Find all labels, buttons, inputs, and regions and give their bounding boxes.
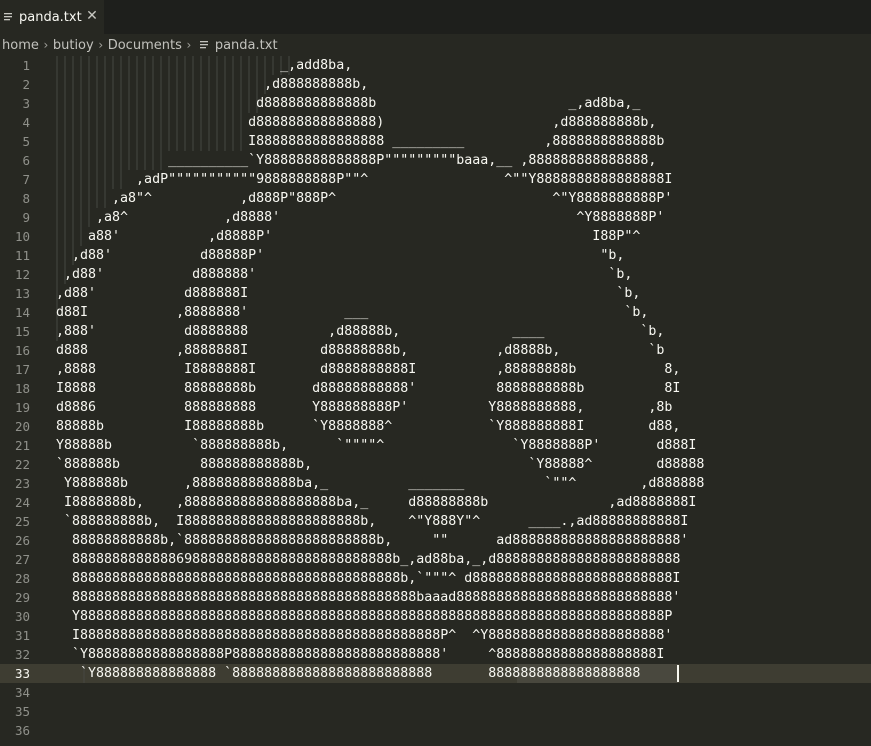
breadcrumb: home › butioy › Documents › panda.txt <box>0 34 871 56</box>
code-line[interactable]: Y88888b `888888888b, `""""^ `Y8888888P' … <box>56 436 871 455</box>
code-line[interactable] <box>56 702 871 721</box>
line-number: 8 <box>22 191 30 206</box>
tab-panda-txt[interactable]: panda.txt ✕ <box>0 0 104 34</box>
tab-label: panda.txt <box>19 9 82 25</box>
code-line[interactable]: I8888888888888888 _________ ,88888888888… <box>56 132 871 151</box>
line-number: 15 <box>14 324 30 339</box>
code-area[interactable]: _,add8ba, ,d888888888b, d8888888888888b … <box>56 56 871 740</box>
line-number: 9 <box>22 210 30 225</box>
file-lines-icon <box>199 41 208 49</box>
line-number: 3 <box>22 96 30 111</box>
code-line[interactable]: ,d88' d888888' `b, <box>56 265 871 284</box>
code-line[interactable]: ,d888888888b, <box>56 75 871 94</box>
close-icon[interactable]: ✕ <box>86 9 98 23</box>
line-number: 4 <box>22 115 30 130</box>
code-line[interactable]: d8886 888888888 Y888888888P' Y8888888888… <box>56 398 871 417</box>
text-editor[interactable]: 1 2 3 4 5 6 7 8 9 10 11 12 13 14 15 16 17 18 19 20 21 22 23 24 2… <box>0 56 871 746</box>
line-number: 33 <box>14 666 30 681</box>
code-line[interactable]: 88888888888b,`888888888888888888888888b,… <box>56 531 871 550</box>
code-line[interactable]: ,adP"""""""""""9888888888P""^ ^""Y888888… <box>56 170 871 189</box>
line-number: 24 <box>14 495 30 510</box>
code-line[interactable]: `Y888888888888888 `888888888888888888888… <box>56 664 871 683</box>
line-number: 12 <box>14 267 30 282</box>
code-line[interactable]: I8888888b, ,8888888888888888888ba,_ d888… <box>56 493 871 512</box>
code-line[interactable]: d8888888888888b _,ad8ba,_ <box>56 94 871 113</box>
file-lines-icon <box>4 13 12 21</box>
line-number-gutter: 1 2 3 4 5 6 7 8 9 10 11 12 13 14 15 16 17 18 19 20 21 22 23 24 2… <box>0 56 40 740</box>
line-number: 7 <box>22 172 30 187</box>
line-number: 10 <box>14 229 30 244</box>
code-line[interactable]: ,a8"^ ,d888P"888P^ ^"Y8888888888P' <box>56 189 871 208</box>
line-number: 1 <box>22 58 30 73</box>
line-number: 17 <box>14 362 30 377</box>
line-number: 5 <box>22 134 30 149</box>
line-number: 11 <box>14 248 30 263</box>
code-line[interactable]: Y888888b ,8888888888888ba,_ _______ `""^… <box>56 474 871 493</box>
line-number: 20 <box>14 419 30 434</box>
chevron-right-icon: › <box>186 38 192 52</box>
editor-window: panda.txt ✕ home › butioy › Documents › … <box>0 0 871 746</box>
code-line[interactable] <box>56 683 871 702</box>
line-number: 23 <box>14 476 30 491</box>
breadcrumb-item-file[interactable]: panda.txt <box>215 38 278 53</box>
breadcrumb-item-butioy[interactable]: butioy <box>53 38 94 53</box>
code-line[interactable] <box>56 721 871 740</box>
line-number: 32 <box>14 647 30 662</box>
code-line[interactable]: ,d88' d88888P' "b, <box>56 246 871 265</box>
line-number: 25 <box>14 514 30 529</box>
line-number: 14 <box>14 305 30 320</box>
code-line[interactable]: d888888888888888) ,d888888888b, <box>56 113 871 132</box>
line-number: 22 <box>14 457 30 472</box>
code-line[interactable]: _,add8ba, <box>56 56 871 75</box>
tab-bar: panda.txt ✕ <box>0 0 871 34</box>
line-number: 6 <box>22 153 30 168</box>
code-line[interactable]: ,a8^ ,d8888' ^Y8888888P' <box>56 208 871 227</box>
code-line[interactable]: 88888b I88888888b `Y8888888^ `Y888888888… <box>56 417 871 436</box>
code-line[interactable]: I888888888888888888888888888888888888888… <box>56 626 871 645</box>
code-line[interactable]: ,888' d8888888 ,d88888b, ____ `b, <box>56 322 871 341</box>
line-number: 27 <box>14 552 30 567</box>
line-number: 35 <box>14 704 30 719</box>
line-number: 26 <box>14 533 30 548</box>
line-number: 34 <box>14 685 30 700</box>
code-line[interactable]: 8888888888888888888888888888888888888888… <box>56 588 871 607</box>
code-line[interactable]: 8888888888888888888888888888888888888888… <box>56 569 871 588</box>
code-line[interactable]: ,d88' d888888I `b, <box>56 284 871 303</box>
line-number: 21 <box>14 438 30 453</box>
chevron-right-icon: › <box>43 38 49 52</box>
code-line[interactable]: `888888888b, I8888888888888888888888b, ^… <box>56 512 871 531</box>
chevron-right-icon: › <box>98 38 104 52</box>
code-line[interactable]: d888 ,8888888I d88888888b, ,d8888b, `b <box>56 341 871 360</box>
code-line[interactable]: `888888b 888888888888b, `Y88888^ d88888 <box>56 455 871 474</box>
line-number: 31 <box>14 628 30 643</box>
line-number: 16 <box>14 343 30 358</box>
code-line[interactable]: I8888 88888888b d88888888888' 8888888888… <box>56 379 871 398</box>
line-number: 30 <box>14 609 30 624</box>
code-line[interactable]: `Y88888888888888888P88888888888888888888… <box>56 645 871 664</box>
code-line[interactable]: Y888888888888888888888888888888888888888… <box>56 607 871 626</box>
line-number: 36 <box>14 723 30 738</box>
line-number: 2 <box>22 77 30 92</box>
line-number: 28 <box>14 571 30 586</box>
code-line[interactable]: d88I ,8888888' ___ `b, <box>56 303 871 322</box>
line-number: 18 <box>14 381 30 396</box>
code-line[interactable]: ,8888 I8888888I d8888888888I ,88888888b … <box>56 360 871 379</box>
breadcrumb-item-home[interactable]: home <box>2 38 39 53</box>
code-line[interactable]: 8888888888888698888888888888888888888888… <box>56 550 871 569</box>
line-number: 19 <box>14 400 30 415</box>
line-number: 13 <box>14 286 30 301</box>
text-cursor <box>677 665 679 682</box>
code-line[interactable]: __________`Y88888888888888P"""""""""baaa… <box>56 151 871 170</box>
breadcrumb-item-documents[interactable]: Documents <box>108 38 182 53</box>
line-number: 29 <box>14 590 30 605</box>
code-line[interactable]: a88' ,d8888P' I88P"^ <box>56 227 871 246</box>
